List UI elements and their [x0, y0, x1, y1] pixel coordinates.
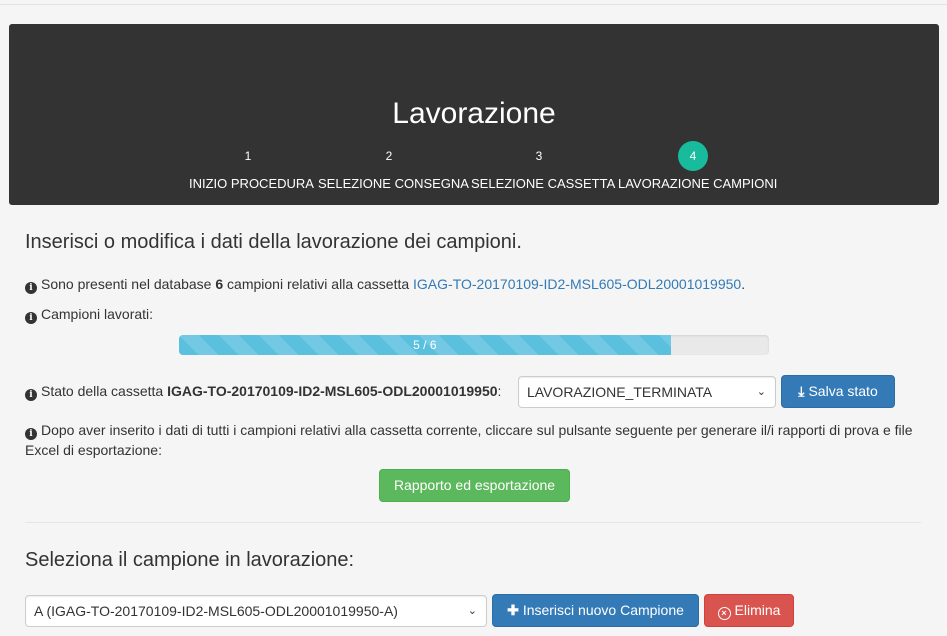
elimina-label: Elimina [734, 602, 781, 618]
step-label: SELEZIONE CASSETTA [471, 176, 616, 191]
wizard-step-2[interactable]: 2 SELEZIONE CONSEGNA [318, 141, 469, 192]
section-heading: Inserisci o modifica i dati della lavora… [25, 231, 522, 253]
step-label: SELEZIONE CONSEGNA [318, 176, 469, 191]
campioni-count: 6 [215, 276, 224, 292]
inserisci-campione-button[interactable]: ✚ Inserisci nuovo Campione [492, 594, 699, 627]
wizard-step-3[interactable]: 3 SELEZIONE CASSETTA [471, 141, 616, 192]
salva-stato-label: Salva stato [808, 383, 878, 399]
db-info-prefix: Sono presenti nel database [41, 276, 212, 292]
campione-heading: Seleziona il campione in lavorazione: [25, 549, 355, 571]
cassetta-link[interactable]: IGAG-TO-20170109-ID2-MSL605-ODL200010199… [413, 276, 741, 292]
stato-prefix: Stato della cassetta [41, 383, 164, 399]
info-icon: i [25, 282, 37, 294]
db-info-middle: campioni relativi alla cassetta [227, 276, 410, 292]
inserisci-campione-label: Inserisci nuovo Campione [522, 602, 684, 618]
chevron-down-icon: ⌄ [756, 386, 766, 398]
export-info-text: Dopo aver inserito i dati di tutti i cam… [25, 422, 913, 458]
step-label: LAVORAZIONE CAMPIONI [618, 176, 778, 191]
salva-stato-button[interactable]: ⤓ Salva stato [781, 375, 895, 408]
export-info-line: i Dopo aver inserito i dati di tutti i ca… [25, 420, 925, 460]
stato-select-value: LAVORAZIONE_TERMINATA [527, 384, 713, 400]
download-icon: ⤓ [798, 383, 805, 399]
wizard-step-4[interactable]: 4 LAVORAZIONE CAMPIONI [618, 141, 778, 192]
info-icon: i [25, 312, 37, 324]
db-info-line: i Sono presenti nel database 6 campioni r… [25, 274, 745, 294]
chevron-down-icon: ⌄ [467, 605, 477, 617]
step-number: 2 [385, 149, 393, 163]
circle-x-icon: × [717, 607, 731, 620]
progress-bar-fill: 5 / 6 [179, 335, 671, 355]
info-icon: i [25, 389, 37, 401]
progress-label-line: i Campioni lavorati: [25, 304, 153, 324]
stato-line: i Stato della cassetta IGAG-TO-20170109-I… [25, 381, 501, 401]
step-number-active: 4 [678, 141, 708, 171]
step-number: 3 [535, 149, 543, 163]
stato-suffix: : [497, 383, 502, 399]
campione-select[interactable]: A (IGAG-TO-20170109-ID2-MSL605-ODL200010… [25, 595, 487, 627]
campione-select-value: A (IGAG-TO-20170109-ID2-MSL605-ODL200010… [34, 603, 398, 619]
progress-bar-track: 5 / 6 [179, 335, 769, 355]
page-title: Lavorazione [392, 97, 556, 130]
divider [25, 522, 921, 523]
step-number: 1 [244, 149, 252, 163]
rapporto-esportazione-label: Rapporto ed esportazione [393, 477, 556, 493]
stato-cassetta-code: IGAG-TO-20170109-ID2-MSL605-ODL200010199… [167, 383, 498, 399]
info-icon: i [25, 428, 37, 440]
wizard-header: Lavorazione 1 INIZIO PROCEDURA 2 SELEZIO… [9, 24, 939, 205]
wizard-step-1[interactable]: 1 INIZIO PROCEDURA [189, 141, 314, 192]
progress-label: Campioni lavorati: [41, 306, 154, 322]
step-label: INIZIO PROCEDURA [189, 176, 314, 191]
elimina-button[interactable]: × Elimina [704, 594, 794, 627]
plus-icon: ✚ [507, 602, 519, 618]
stato-select[interactable]: LAVORAZIONE_TERMINATA ⌄ [518, 376, 776, 408]
rapporto-esportazione-button[interactable]: Rapporto ed esportazione [379, 469, 570, 502]
db-info-suffix: . [741, 276, 746, 292]
